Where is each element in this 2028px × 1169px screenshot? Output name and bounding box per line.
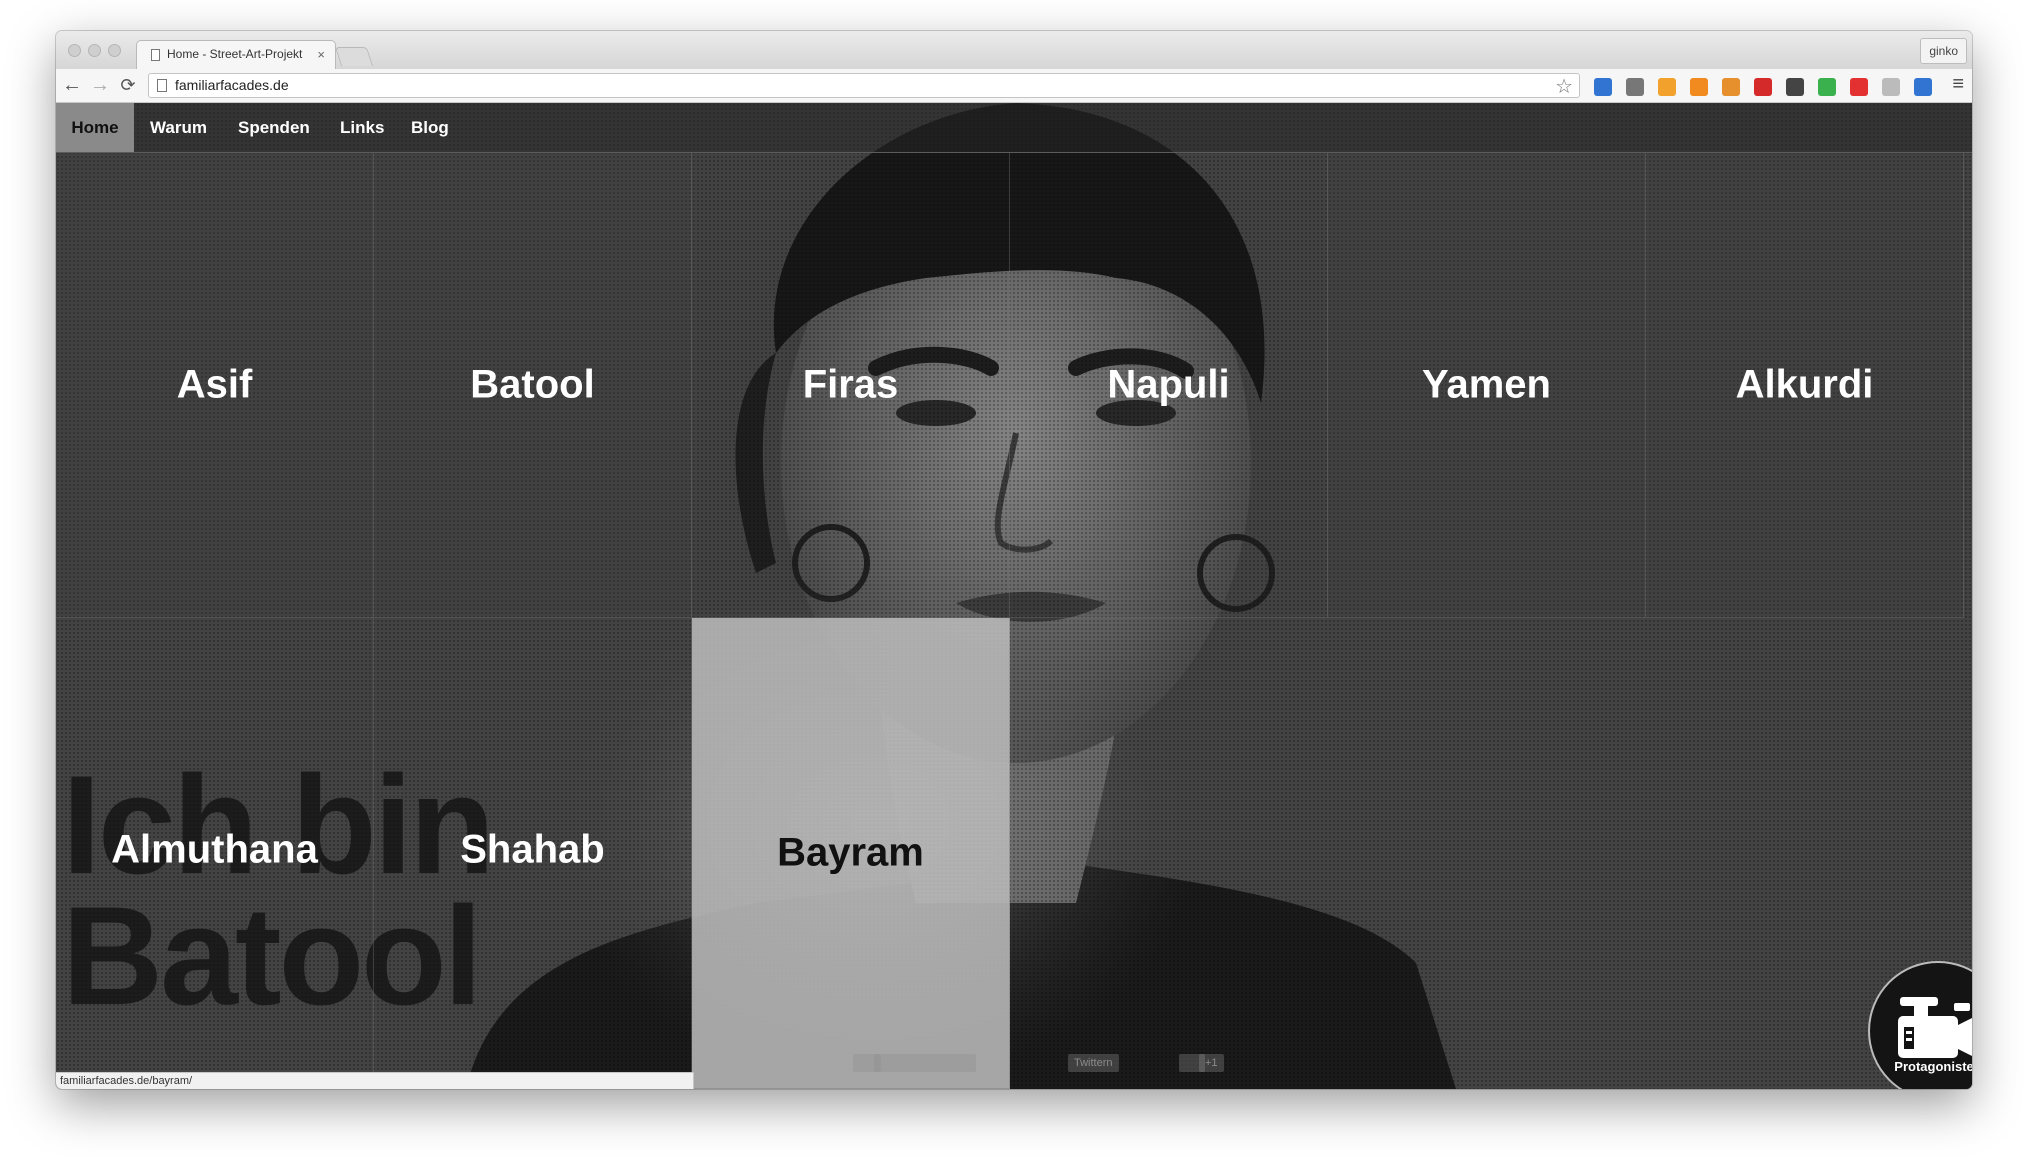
profile-button[interactable]: ginko	[1920, 38, 1967, 64]
site-nav: Home Warum Spenden Links Blog	[56, 103, 1972, 153]
eyedropper-icon[interactable]	[1626, 78, 1644, 96]
feed-icon[interactable]	[1658, 78, 1676, 96]
protagonist-name: Almuthana	[111, 827, 318, 872]
browser-tab[interactable]: Home - Street-Art-Projekt ×	[136, 40, 336, 69]
delicious-icon[interactable]	[1594, 78, 1612, 96]
calendar-icon[interactable]	[1754, 78, 1772, 96]
back-button[interactable]: ←	[60, 73, 84, 97]
close-window-button[interactable]	[68, 44, 81, 57]
twitter-share-button[interactable]: Twittern	[1068, 1054, 1119, 1072]
protagonist-name: Firas	[802, 362, 899, 407]
protagonists-label: Protagonisten	[1894, 1059, 1972, 1074]
delicious-2-icon[interactable]	[1914, 78, 1932, 96]
tab-close-button[interactable]: ×	[317, 47, 325, 62]
chart-icon[interactable]	[1690, 78, 1708, 96]
nav-blog[interactable]: Blog	[411, 103, 449, 152]
nav-warum[interactable]: Warum	[150, 103, 207, 152]
minimize-window-button[interactable]	[88, 44, 101, 57]
tag-icon[interactable]	[1882, 78, 1900, 96]
nav-spenden[interactable]: Spenden	[238, 103, 310, 152]
gplus-share-button[interactable]: +1	[1199, 1054, 1224, 1072]
protagonist-tile-batool[interactable]: Batool	[374, 153, 692, 618]
nav-links[interactable]: Links	[340, 103, 384, 152]
colors-icon[interactable]	[1818, 78, 1836, 96]
document-icon	[151, 49, 160, 61]
protagonist-name: Bayram	[777, 830, 924, 875]
tab-title: Home - Street-Art-Projekt	[167, 47, 303, 61]
protagonist-name: Shahab	[460, 827, 605, 872]
forward-button[interactable]: →	[88, 73, 112, 97]
new-tab-button[interactable]	[334, 47, 374, 66]
protagonist-name: Napuli	[1107, 362, 1230, 407]
protagonist-tile-napuli[interactable]: Napuli	[1010, 153, 1328, 618]
protagonist-tile-yamen[interactable]: Yamen	[1328, 153, 1646, 618]
bookmark-star-icon[interactable]: ☆	[1555, 74, 1573, 99]
status-bar: familiarfacades.de/bayram/	[56, 1072, 694, 1089]
address-bar-url: familiarfacades.de	[175, 77, 289, 93]
reload-button[interactable]: ⟳	[116, 73, 140, 97]
adblock-icon[interactable]	[1850, 78, 1868, 96]
protagonist-tile-almuthana[interactable]: Almuthana	[56, 618, 374, 1083]
web-page: Home Warum Spenden Links Blog Ich bin Ba…	[56, 103, 1972, 1089]
protagonist-name: Batool	[470, 362, 595, 407]
protagonist-name: Asif	[176, 362, 253, 407]
zoom-window-button[interactable]	[108, 44, 121, 57]
browser-window: Home - Street-Art-Projekt × ginko ← → ⟳ …	[56, 31, 1972, 1089]
protagonist-name: Yamen	[1422, 362, 1551, 407]
page-icon	[157, 79, 167, 92]
wallet-icon[interactable]	[1722, 78, 1740, 96]
address-bar[interactable]: familiarfacades.de ☆	[148, 73, 1580, 98]
protagonist-tile-alkurdi[interactable]: Alkurdi	[1646, 153, 1964, 618]
facebook-share-button[interactable]	[874, 1054, 976, 1072]
protagonist-name: Alkurdi	[1735, 362, 1874, 407]
nav-home[interactable]: Home	[56, 103, 134, 152]
protagonist-tile-bayram[interactable]: Bayram	[692, 618, 1010, 1089]
menu-icon[interactable]: ≡	[1952, 73, 1964, 96]
protagonist-tile-shahab[interactable]: Shahab	[374, 618, 692, 1083]
protagonist-tile-asif[interactable]: Asif	[56, 153, 374, 618]
browser-toolbar: ← → ⟳ familiarfacades.de ☆ ≡	[56, 69, 1972, 103]
protagonist-tile-firas[interactable]: Firas	[692, 153, 1010, 618]
protagonists-badge-button[interactable]: Protagonisten	[1868, 961, 1972, 1089]
star-icon[interactable]	[1786, 78, 1804, 96]
title-bar: Home - Street-Art-Projekt × ginko	[56, 31, 1972, 69]
